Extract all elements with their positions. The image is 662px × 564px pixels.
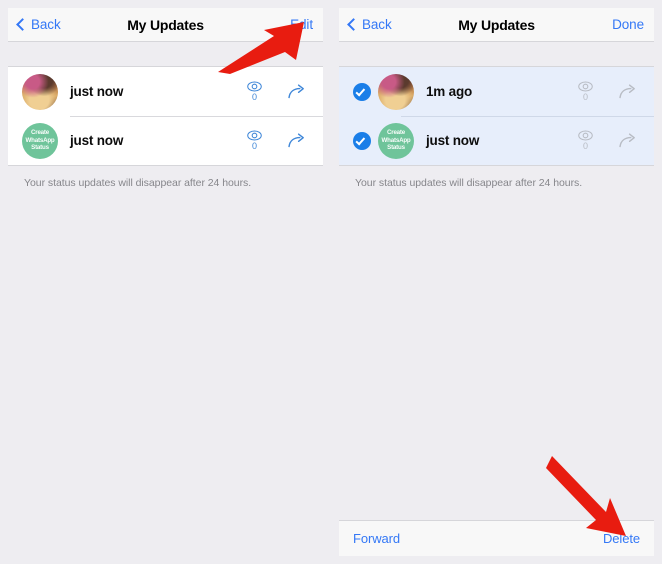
- update-timestamp: 1m ago: [426, 84, 473, 99]
- eye-icon: [247, 81, 262, 92]
- row-actions: 0: [247, 81, 307, 102]
- forward-arrow-icon[interactable]: [288, 84, 307, 99]
- back-button-label: Back: [31, 17, 61, 32]
- views-button[interactable]: 0: [247, 81, 262, 102]
- row-actions: 0: [578, 130, 638, 151]
- top-spacer-right: [339, 42, 654, 66]
- avatar-label: Create WhatsApp Status: [381, 129, 411, 152]
- eye-icon: [247, 130, 262, 141]
- delete-button[interactable]: Delete: [603, 531, 640, 546]
- table-row[interactable]: just now 0: [8, 67, 323, 116]
- views-button: 0: [578, 130, 593, 151]
- update-timestamp: just now: [70, 133, 124, 148]
- forward-arrow-icon: [619, 84, 635, 99]
- screenshot-stage: Back My Updates Edit just now 0 Create W…: [0, 0, 662, 564]
- updates-list-left: just now 0 Create WhatsApp Status just n…: [8, 66, 323, 166]
- chevron-left-icon: [16, 18, 29, 31]
- views-count: 0: [251, 92, 257, 102]
- bottom-toolbar: Forward Delete: [339, 520, 654, 556]
- table-row[interactable]: Create WhatsApp Status just now 0: [8, 116, 323, 165]
- row-actions: 0: [578, 81, 638, 102]
- avatar: Create WhatsApp Status: [378, 122, 414, 159]
- row-actions: 0: [247, 130, 307, 151]
- update-timestamp: just now: [70, 84, 124, 99]
- edit-button[interactable]: Edit: [290, 17, 313, 32]
- empty-area-left: [8, 198, 323, 556]
- disclaimer-note-left: Your status updates will disappear after…: [8, 166, 323, 198]
- avatar: [22, 73, 58, 110]
- top-spacer-left: [8, 42, 323, 66]
- back-button-label: Back: [362, 17, 392, 32]
- phone-screen-edit-mode: Back My Updates Done 1m ago 0 Create Wha…: [331, 0, 662, 564]
- views-count: 0: [582, 141, 588, 151]
- updates-list-right: 1m ago 0 Create WhatsApp Status just now…: [339, 66, 654, 166]
- navigation-bar-left: Back My Updates Edit: [8, 8, 323, 42]
- done-button[interactable]: Done: [612, 17, 644, 32]
- views-count: 0: [582, 92, 588, 102]
- phone-screen-normal-mode: Back My Updates Edit just now 0 Create W…: [0, 0, 331, 564]
- forward-arrow-icon[interactable]: [288, 133, 307, 148]
- back-button-left[interactable]: Back: [16, 17, 61, 32]
- avatar-label: Create WhatsApp Status: [25, 129, 55, 152]
- empty-area-right: [339, 198, 654, 520]
- forward-arrow-icon: [619, 133, 635, 148]
- views-button[interactable]: 0: [247, 130, 262, 151]
- checkmark-icon[interactable]: [353, 131, 371, 150]
- views-button: 0: [578, 81, 593, 102]
- table-row[interactable]: 1m ago 0: [339, 67, 654, 116]
- checkmark-icon[interactable]: [353, 82, 371, 101]
- update-timestamp: just now: [426, 133, 480, 148]
- avatar: Create WhatsApp Status: [22, 122, 58, 159]
- disclaimer-note-right: Your status updates will disappear after…: [339, 166, 654, 198]
- chevron-left-icon: [347, 18, 360, 31]
- forward-button[interactable]: Forward: [353, 531, 400, 546]
- eye-icon: [578, 130, 593, 141]
- back-button-right[interactable]: Back: [347, 17, 392, 32]
- views-count: 0: [251, 141, 257, 151]
- eye-icon: [578, 81, 593, 92]
- navigation-bar-right: Back My Updates Done: [339, 8, 654, 42]
- table-row[interactable]: Create WhatsApp Status just now 0: [339, 116, 654, 165]
- avatar: [378, 73, 414, 110]
